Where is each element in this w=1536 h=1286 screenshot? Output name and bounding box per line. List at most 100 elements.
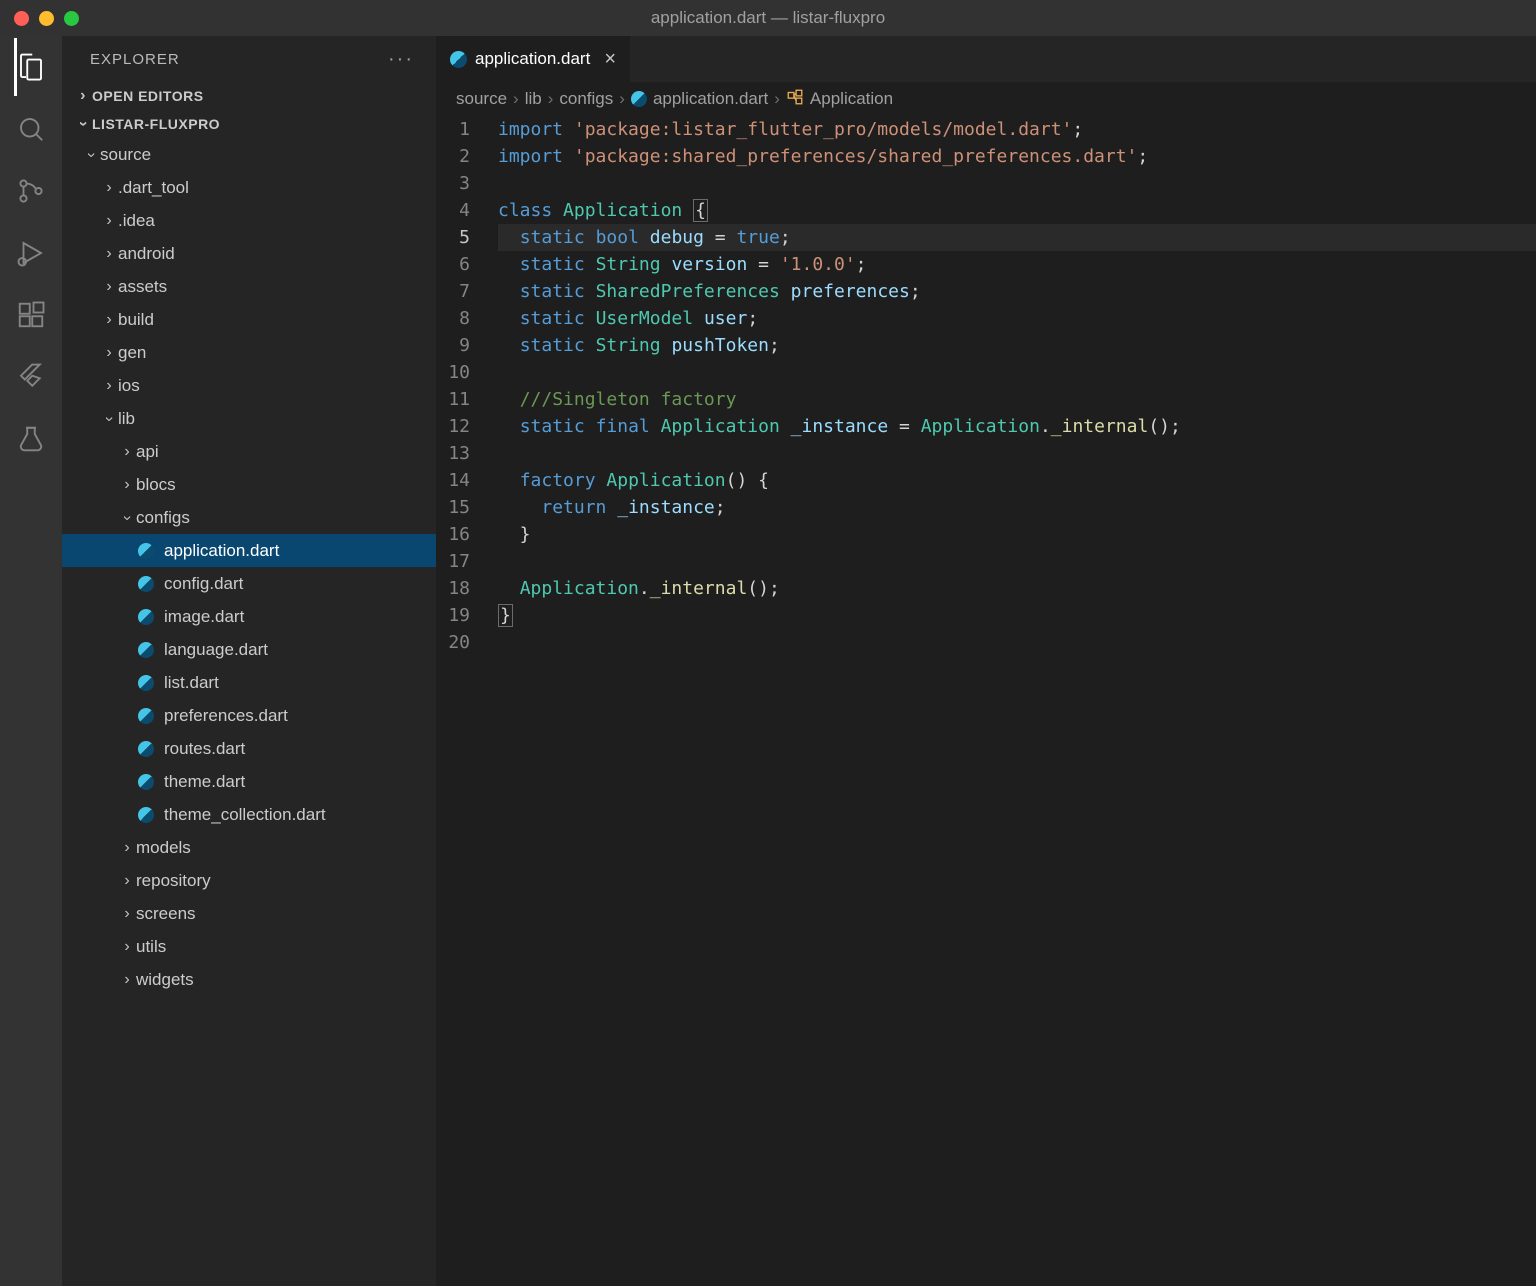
code-line[interactable]: ///Singleton factory bbox=[498, 386, 1536, 413]
line-number: 14 bbox=[436, 467, 470, 494]
tree-item-label: ios bbox=[118, 376, 140, 396]
window-controls bbox=[14, 11, 79, 26]
run-debug-icon[interactable] bbox=[14, 236, 48, 270]
folder-item[interactable]: ›utils bbox=[62, 930, 436, 963]
open-editors-section[interactable]: › OPEN EDITORS bbox=[62, 82, 436, 110]
line-number: 19 bbox=[436, 602, 470, 629]
folder-item[interactable]: ›lib bbox=[62, 402, 436, 435]
chevron-right-icon: › bbox=[619, 89, 625, 109]
breadcrumb-segment[interactable]: application.dart bbox=[653, 89, 768, 109]
code-line[interactable]: class Application { bbox=[498, 197, 1536, 224]
code-line[interactable] bbox=[498, 629, 1536, 656]
code-editor[interactable]: 1234567891011121314151617181920 import '… bbox=[436, 116, 1536, 1286]
code-line[interactable] bbox=[498, 440, 1536, 467]
folder-item[interactable]: ›models bbox=[62, 831, 436, 864]
file-item[interactable]: language.dart bbox=[62, 633, 436, 666]
tree-item-label: preferences.dart bbox=[164, 706, 288, 726]
tree-item-label: application.dart bbox=[164, 541, 279, 561]
folder-item[interactable]: ›build bbox=[62, 303, 436, 336]
chevron-down-icon: › bbox=[100, 410, 118, 428]
breadcrumb-segment[interactable]: lib bbox=[525, 89, 542, 109]
folder-item[interactable]: ›android bbox=[62, 237, 436, 270]
extensions-icon[interactable] bbox=[14, 298, 48, 332]
tree-item-label: api bbox=[136, 442, 159, 462]
folder-item[interactable]: ›repository bbox=[62, 864, 436, 897]
line-number: 2 bbox=[436, 143, 470, 170]
folder-item[interactable]: ›configs bbox=[62, 501, 436, 534]
explorer-sidebar: EXPLORER ··· › OPEN EDITORS › LISTAR-FLU… bbox=[62, 36, 436, 1286]
code-line[interactable]: static UserModel user; bbox=[498, 305, 1536, 332]
dart-file-icon bbox=[136, 673, 156, 693]
folder-item[interactable]: ›api bbox=[62, 435, 436, 468]
explorer-header: EXPLORER ··· bbox=[62, 36, 436, 82]
code-line[interactable]: static SharedPreferences preferences; bbox=[498, 278, 1536, 305]
dart-file-icon bbox=[136, 640, 156, 660]
chevron-down-icon: › bbox=[82, 146, 100, 164]
breadcrumb-segment[interactable]: Application bbox=[810, 89, 893, 109]
code-line[interactable]: Application._internal(); bbox=[498, 575, 1536, 602]
folder-item[interactable]: ›widgets bbox=[62, 963, 436, 996]
line-number: 1 bbox=[436, 116, 470, 143]
flutter-icon[interactable] bbox=[14, 360, 48, 394]
file-item[interactable]: theme.dart bbox=[62, 765, 436, 798]
breadcrumb-segment[interactable]: source bbox=[456, 89, 507, 109]
tree-item-label: source bbox=[100, 145, 151, 165]
code-line[interactable]: import 'package:shared_preferences/share… bbox=[498, 143, 1536, 170]
folder-item[interactable]: ›.dart_tool bbox=[62, 171, 436, 204]
line-number: 7 bbox=[436, 278, 470, 305]
more-icon[interactable]: ··· bbox=[388, 48, 414, 71]
code-line[interactable]: static String pushToken; bbox=[498, 332, 1536, 359]
folder-item[interactable]: ›screens bbox=[62, 897, 436, 930]
folder-item[interactable]: ›gen bbox=[62, 336, 436, 369]
tree-item-label: repository bbox=[136, 871, 211, 891]
chevron-right-icon: › bbox=[100, 311, 118, 329]
search-icon[interactable] bbox=[14, 112, 48, 146]
minimize-window-button[interactable] bbox=[39, 11, 54, 26]
file-item[interactable]: preferences.dart bbox=[62, 699, 436, 732]
folder-item[interactable]: ›.idea bbox=[62, 204, 436, 237]
explorer-title: EXPLORER bbox=[90, 51, 180, 68]
file-item[interactable]: image.dart bbox=[62, 600, 436, 633]
file-item[interactable]: theme_collection.dart bbox=[62, 798, 436, 831]
code-line[interactable] bbox=[498, 548, 1536, 575]
file-item[interactable]: application.dart bbox=[62, 534, 436, 567]
tree-item-label: theme.dart bbox=[164, 772, 245, 792]
dart-file-icon bbox=[136, 772, 156, 792]
folder-item[interactable]: ›blocs bbox=[62, 468, 436, 501]
testing-icon[interactable] bbox=[14, 422, 48, 456]
code-line[interactable] bbox=[498, 359, 1536, 386]
line-number: 3 bbox=[436, 170, 470, 197]
code-line[interactable] bbox=[498, 170, 1536, 197]
code-line[interactable]: factory Application() { bbox=[498, 467, 1536, 494]
folder-item[interactable]: ›assets bbox=[62, 270, 436, 303]
chevron-right-icon: › bbox=[513, 89, 519, 109]
close-icon[interactable]: × bbox=[604, 48, 616, 71]
close-window-button[interactable] bbox=[14, 11, 29, 26]
code-line[interactable]: static bool debug = true; bbox=[498, 224, 1536, 251]
code-line[interactable]: static final Application _instance = App… bbox=[498, 413, 1536, 440]
folder-item[interactable]: ›ios bbox=[62, 369, 436, 402]
file-item[interactable]: routes.dart bbox=[62, 732, 436, 765]
dart-file-icon bbox=[136, 805, 156, 825]
code-content[interactable]: import 'package:listar_flutter_pro/model… bbox=[498, 116, 1536, 1286]
tab-application-dart[interactable]: application.dart × bbox=[436, 36, 631, 82]
line-number: 8 bbox=[436, 305, 470, 332]
code-line[interactable]: import 'package:listar_flutter_pro/model… bbox=[498, 116, 1536, 143]
code-line[interactable]: } bbox=[498, 521, 1536, 548]
open-editors-label: OPEN EDITORS bbox=[92, 88, 204, 104]
chevron-right-icon: › bbox=[118, 872, 136, 890]
breadcrumb-segment[interactable]: configs bbox=[559, 89, 613, 109]
maximize-window-button[interactable] bbox=[64, 11, 79, 26]
file-item[interactable]: list.dart bbox=[62, 666, 436, 699]
project-section[interactable]: › LISTAR-FLUXPRO bbox=[62, 110, 436, 138]
code-line[interactable]: static String version = '1.0.0'; bbox=[498, 251, 1536, 278]
breadcrumb[interactable]: source›lib›configs›application.dart›Appl… bbox=[436, 82, 1536, 116]
file-item[interactable]: config.dart bbox=[62, 567, 436, 600]
chevron-down-icon: › bbox=[118, 509, 136, 527]
explorer-icon[interactable] bbox=[14, 50, 48, 84]
source-control-icon[interactable] bbox=[14, 174, 48, 208]
folder-item[interactable]: ›source bbox=[62, 138, 436, 171]
code-line[interactable]: } bbox=[498, 602, 1536, 629]
code-line[interactable]: return _instance; bbox=[498, 494, 1536, 521]
chevron-right-icon: › bbox=[118, 971, 136, 989]
